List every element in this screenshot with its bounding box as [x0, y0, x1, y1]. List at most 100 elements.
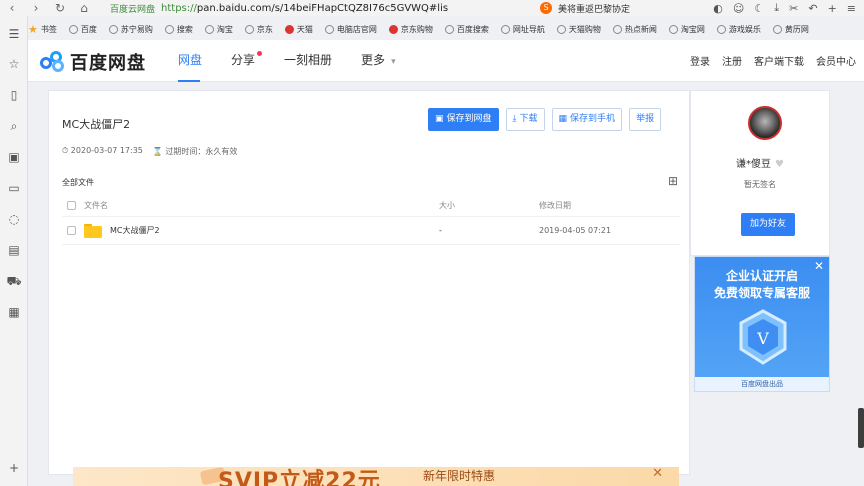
col-date[interactable]: 修改日期 — [539, 195, 571, 217]
home-icon[interactable]: ⌂ — [72, 1, 96, 15]
bookmark-item[interactable]: 百度搜索 — [444, 24, 489, 35]
bookmark-item[interactable]: 百度 — [68, 24, 97, 35]
video-icon[interactable]: ▣ — [6, 149, 22, 165]
forward-icon[interactable]: › — [24, 1, 48, 15]
tab-0[interactable]: 网盘 — [178, 40, 231, 82]
report-button[interactable]: 举报 — [629, 108, 662, 131]
bookmark-item[interactable]: 热点新闻 — [612, 24, 657, 35]
chat-icon[interactable]: ◌ — [6, 211, 22, 227]
address-bar[interactable]: 百度云网盘 https://pan.baidu.com/s/14beiFHapC… — [110, 2, 448, 15]
avatar[interactable] — [748, 106, 782, 140]
bookmark-label: 热点新闻 — [624, 24, 657, 34]
bookmarks-bar: ★ 书签 百度 苏宁易购 搜索 淘宝 京东 天猫 电脑店官网 京东购物 百度搜索 网址导航 天猫购物 热点… — [28, 20, 809, 38]
translate-icon[interactable]: ▦ — [6, 304, 22, 320]
bookmark-label: 天猫 — [296, 24, 313, 34]
download-icon[interactable]: ⤓ — [774, 1, 779, 15]
tab-label: 更多 — [361, 53, 386, 67]
add-friend-button[interactable]: 加为好友 — [741, 213, 795, 236]
refresh-icon[interactable]: ↻ — [48, 1, 72, 15]
svip-banner[interactable]: SVIP立减22元 新年限时特惠 ✕ — [73, 467, 679, 486]
notification-dot — [257, 51, 263, 56]
save-to-phone-button[interactable]: ▦ 保存到手机 — [551, 108, 623, 131]
file-size: - — [439, 226, 442, 235]
header-link[interactable]: 会员中心 — [816, 53, 856, 68]
game-icon[interactable]: ◐ — [713, 2, 723, 15]
globe-icon — [164, 24, 174, 34]
cut-icon[interactable]: ✂ — [789, 2, 798, 15]
bookmark-label: 电脑店官网 — [336, 24, 377, 34]
bookmark-item[interactable]: 黄历网 — [772, 24, 809, 35]
undo-icon[interactable]: ↶ — [808, 2, 817, 15]
row-checkbox[interactable] — [67, 225, 76, 235]
sogou-icon: S — [540, 2, 552, 14]
browser-sidebar: ☰ ☆ ▯ ⌕ ▣ ▭ ◌ ▤ ⛟ ▦ + — [0, 16, 28, 486]
breadcrumb[interactable]: 全部文件 — [62, 177, 94, 188]
bookmark-item[interactable]: 电脑店官网 — [324, 24, 377, 35]
banner-text: SVIP立减22元 — [218, 469, 381, 486]
baidu-netdisk-logo-icon — [40, 51, 66, 73]
close-icon[interactable]: ✕ — [652, 467, 663, 481]
night-mode-icon[interactable]: ☾ — [754, 2, 764, 15]
chevron-down-icon: ▾ — [391, 57, 396, 67]
grid-view-icon[interactable]: ⊞ — [668, 174, 678, 188]
bookmark-item[interactable]: 京东 — [244, 24, 273, 35]
bookmark-item[interactable]: 天猫购物 — [556, 24, 601, 35]
user-icon[interactable]: ☺ — [733, 2, 744, 15]
header-link[interactable]: 登录 — [690, 53, 710, 68]
file-table: 文件名 大小 修改日期 MC大战僵尸2 - 2019-04-05 07:21 — [62, 195, 680, 245]
globe-icon — [772, 24, 782, 34]
tab-2[interactable]: 一刻相册 — [284, 40, 361, 82]
menu-icon[interactable]: ≡ — [847, 2, 856, 15]
save-to-netdisk-button[interactable]: ▣ 保存到网盘 — [428, 108, 499, 131]
live-icon[interactable]: ▭ — [6, 180, 22, 196]
bookmark-label: 天猫购物 — [568, 24, 601, 34]
bookmark-item[interactable]: 搜索 — [164, 24, 193, 35]
shield-v-icon: V — [739, 309, 787, 365]
back-icon[interactable]: ‹ — [0, 1, 24, 15]
scroll-handle[interactable] — [858, 408, 864, 448]
tab-3[interactable]: 更多 ▾ — [361, 40, 425, 82]
cart-icon[interactable]: ⛟ — [6, 273, 22, 289]
promo-card[interactable]: 企业认证开启 免费领取专属客服 ✕ V 百度网盘出品 — [694, 256, 830, 392]
list-icon[interactable]: ☰ — [6, 26, 22, 42]
promo-footer: 百度网盘出品 — [695, 377, 829, 391]
tab-label: 网盘 — [178, 53, 203, 67]
share-panel: MC大战僵尸2 ⏱ 2020-03-07 17:35 ⌛ 过期时间：永久有效 ▣… — [48, 90, 690, 475]
promo-line2: 免费领取专属客服 — [713, 286, 810, 300]
bookmark-item[interactable]: 网址导航 — [500, 24, 545, 35]
bookmark-item[interactable]: ★ 书签 — [28, 24, 57, 35]
col-name[interactable]: 文件名 — [84, 195, 108, 217]
hot-search-tag[interactable]: S 美将重返巴黎协定 — [540, 0, 630, 16]
bookmark-item[interactable]: 苏宁易购 — [108, 24, 153, 35]
header-link[interactable]: 注册 — [722, 53, 742, 68]
file-name[interactable]: MC大战僵尸2 — [110, 217, 160, 245]
col-size[interactable]: 大小 — [439, 195, 455, 217]
header-link[interactable]: 客户端下载 — [754, 53, 804, 68]
bookmark-item[interactable]: 天猫 — [284, 24, 313, 35]
site-header: 百度网盘 网盘 分享 一刻相册 更多 ▾ 登录 注册 客户端下载 会员中心 — [28, 40, 864, 82]
share-title: MC大战僵尸2 — [62, 118, 131, 131]
bookmark-label: 书签 — [40, 24, 57, 34]
bookmark-item[interactable]: 游戏娱乐 — [716, 24, 761, 35]
heart-icon[interactable]: ♥ — [775, 159, 784, 170]
select-all-checkbox[interactable] — [67, 200, 76, 210]
close-icon[interactable]: ✕ — [814, 259, 824, 273]
add-icon[interactable]: + — [6, 460, 22, 476]
download-button[interactable]: ⤓ 下载 — [505, 108, 545, 131]
phone-icon: ▦ — [558, 114, 568, 124]
globe-icon — [716, 24, 726, 34]
bookmark-item[interactable]: 京东购物 — [388, 24, 433, 35]
briefcase-icon[interactable]: ▤ — [6, 242, 22, 258]
bookmark-label: 淘宝网 — [680, 24, 705, 34]
tab-1[interactable]: 分享 — [231, 40, 284, 82]
book-icon[interactable]: ▯ — [6, 87, 22, 103]
add-tab-icon[interactable]: + — [828, 2, 837, 15]
search-icon[interactable]: ⌕ — [6, 118, 22, 134]
bookmark-label: 黄历网 — [784, 24, 809, 34]
favorite-icon[interactable]: ☆ — [6, 56, 22, 72]
globe-icon — [324, 24, 334, 34]
logo[interactable]: 百度网盘 — [40, 49, 146, 75]
bookmark-item[interactable]: 淘宝 — [204, 24, 233, 35]
bookmark-item[interactable]: 淘宝网 — [668, 24, 705, 35]
table-row[interactable]: MC大战僵尸2 - 2019-04-05 07:21 — [62, 217, 680, 245]
